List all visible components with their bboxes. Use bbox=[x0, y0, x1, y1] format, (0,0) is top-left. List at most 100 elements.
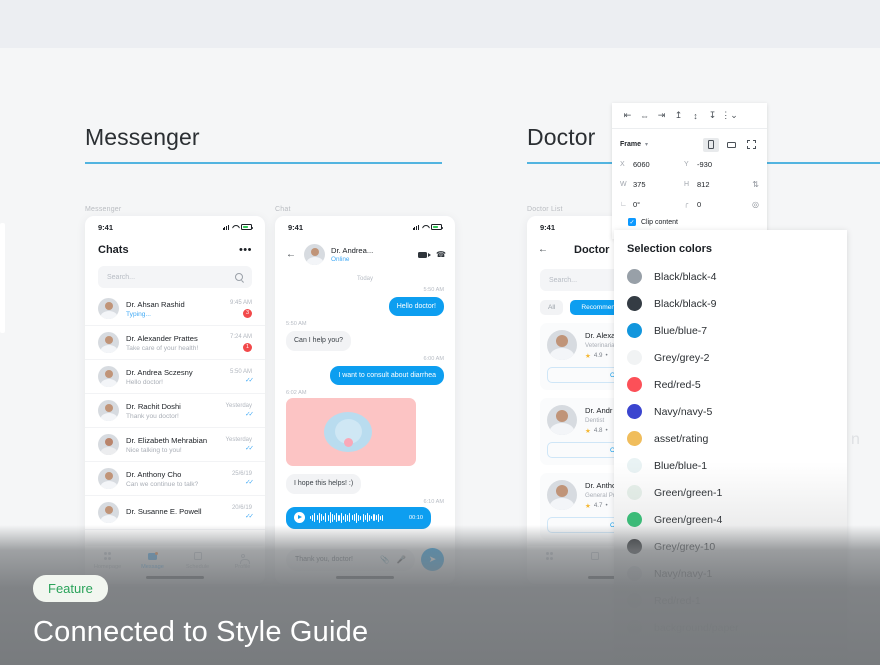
align-top-icon[interactable]: ↥ bbox=[670, 107, 687, 124]
chat-actions[interactable]: ☎ bbox=[418, 250, 446, 259]
message-row: Hello doctor! bbox=[275, 295, 455, 317]
chat-list[interactable]: Dr. Ahsan Rashid Typing... 9:45 AM 3 Dr. Ale… bbox=[85, 292, 265, 530]
height-field[interactable]: H 812 bbox=[684, 180, 748, 189]
avatar bbox=[547, 405, 577, 435]
align-right-icon[interactable]: ⇥ bbox=[653, 107, 670, 124]
resize-to-fit-button[interactable] bbox=[743, 138, 759, 152]
rotation-field[interactable]: ∟ 0° bbox=[620, 200, 684, 209]
x-label: X bbox=[620, 160, 625, 168]
window-top-strip bbox=[0, 0, 880, 48]
chat-contact-name: Dr. Andrea Sczesny bbox=[126, 367, 193, 377]
star-icon: ★ bbox=[585, 502, 591, 510]
wifi-icon bbox=[232, 225, 238, 230]
banner-title: Connected to Style Guide bbox=[33, 616, 369, 648]
color-swatch-row[interactable]: Navy/navy-5 bbox=[614, 398, 847, 425]
color-name: Red/red-5 bbox=[654, 378, 701, 391]
doctor-info: Dr. Antho General Pr ★ 4.7 • bbox=[585, 481, 616, 510]
unread-badge: 1 bbox=[243, 342, 252, 352]
message-timestamp: 6:02 AM bbox=[286, 390, 307, 397]
color-swatch bbox=[627, 377, 642, 392]
section-heading-messenger: Messenger bbox=[85, 124, 442, 164]
rating-separator: • bbox=[605, 427, 608, 434]
back-arrow-icon[interactable]: ← bbox=[286, 249, 296, 260]
color-swatch-row[interactable]: Blue/blue-7 bbox=[614, 317, 847, 344]
doctor-info: Dr. Alexa Veterinaria ★ 4.9 • bbox=[585, 331, 615, 360]
message-bubble-outgoing: I want to consult about diarrhea bbox=[330, 365, 444, 386]
chat-contact: Dr. Andrea... Online bbox=[331, 246, 373, 264]
message-image-attachment[interactable] bbox=[286, 398, 416, 467]
signal-icon bbox=[222, 224, 229, 230]
width-label: W bbox=[620, 180, 627, 188]
chat-preview-message: Nice talking to you! bbox=[126, 446, 182, 454]
more-options-icon[interactable]: ••• bbox=[239, 245, 252, 256]
doctor-name: Dr. Antho bbox=[585, 480, 617, 490]
align-vertical-center-icon[interactable]: ↕ bbox=[687, 107, 704, 124]
y-field[interactable]: Y -930 bbox=[684, 160, 748, 169]
landscape-orientation-button[interactable] bbox=[723, 138, 739, 152]
chat-preview-message: Can we continue to talk? bbox=[126, 480, 199, 488]
back-arrow-icon[interactable]: ← bbox=[538, 245, 548, 255]
chat-list-item[interactable]: Dr. Anthony Cho Can we continue to talk? 2… bbox=[85, 462, 265, 496]
chat-item-text: Dr. Elizabeth Mehrabian Nice talking to y… bbox=[126, 436, 207, 454]
chat-list-item[interactable]: Dr. Andrea Sczesny Hello doctor! 5:50 AM ✓✓ bbox=[85, 360, 265, 394]
size-row: W 375 H 812 ⇅ bbox=[620, 174, 759, 194]
chat-list-item[interactable]: Dr. Ahsan Rashid Typing... 9:45 AM 3 bbox=[85, 292, 265, 326]
width-field[interactable]: W 375 bbox=[620, 180, 684, 189]
doctor-specialty: Veterinaria bbox=[585, 341, 615, 349]
independent-corners-icon[interactable]: ◎ bbox=[752, 200, 759, 209]
video-call-icon[interactable] bbox=[418, 251, 431, 258]
color-swatch-row[interactable]: Blue/blue-1 bbox=[614, 452, 847, 479]
chat-preview-message: Hello doctor! bbox=[126, 378, 164, 386]
figma-properties-panel[interactable]: ⇤ ⇔ ⇥ ↥ ↕ ↧ ⋮⌄ Frame ▾ X 6060 Y -930 W 3… bbox=[612, 103, 767, 239]
portrait-orientation-button[interactable] bbox=[703, 137, 719, 152]
status-time: 9:41 bbox=[540, 222, 556, 232]
x-field[interactable]: X 6060 bbox=[620, 160, 684, 169]
message-row: I hope this helps! :) bbox=[275, 472, 455, 494]
constrain-proportions-icon[interactable]: ⇅ bbox=[752, 180, 759, 189]
y-value: -930 bbox=[697, 159, 713, 169]
chat-list-item[interactable]: Dr. Elizabeth Mehrabian Nice talking to y… bbox=[85, 428, 265, 462]
doctor-name: Dr. Alexa bbox=[585, 330, 616, 340]
design-canvas: Messenger Doctor Messenger 9:41 Chats ••… bbox=[0, 48, 880, 665]
rating-value: 4.8 bbox=[593, 427, 603, 434]
corner-radius-field[interactable]: ╭ 0 bbox=[684, 200, 748, 209]
chat-timestamp: 9:45 AM bbox=[229, 299, 252, 306]
doctor-info: Dr. Andr Dentist ★ 4.8 • bbox=[585, 406, 612, 435]
align-horizontal-center-icon[interactable]: ⇔ bbox=[636, 107, 653, 124]
landscape-icon bbox=[726, 141, 736, 148]
alignment-toolbar[interactable]: ⇤ ⇔ ⇥ ↥ ↕ ↧ ⋮⌄ bbox=[612, 103, 767, 129]
search-input[interactable]: Search... bbox=[98, 266, 252, 288]
status-icons bbox=[412, 224, 443, 230]
distribute-icon[interactable]: ⋮⌄ bbox=[721, 107, 738, 124]
corner-radius-value: 0 bbox=[697, 199, 702, 209]
color-swatch bbox=[627, 431, 642, 446]
chat-contact-name: Dr. Anthony Cho bbox=[126, 469, 182, 479]
rotation-value: 0° bbox=[633, 199, 641, 209]
color-name: Grey/grey-2 bbox=[654, 351, 710, 364]
color-swatch-row[interactable]: Red/red-5 bbox=[614, 371, 847, 398]
frame-type-row[interactable]: Frame ▾ bbox=[620, 135, 759, 154]
color-swatch-row[interactable]: Green/green-1 bbox=[614, 479, 847, 506]
chat-item-text: Dr. Anthony Cho Can we continue to talk? bbox=[126, 470, 198, 488]
clip-content-row[interactable]: ✓ Clip content bbox=[620, 214, 759, 226]
chat-timestamp: Yesterday bbox=[225, 403, 252, 409]
color-swatch-row[interactable]: Black/black-9 bbox=[614, 290, 847, 317]
clip-content-checkbox[interactable]: ✓ bbox=[628, 218, 636, 226]
chevron-down-icon[interactable]: ▾ bbox=[645, 141, 648, 148]
background-artifact-text: n bbox=[851, 431, 860, 448]
y-label: Y bbox=[684, 160, 689, 168]
avatar bbox=[547, 330, 577, 360]
color-swatch-row[interactable]: Black/black-4 bbox=[614, 263, 847, 290]
color-swatch-row[interactable]: asset/rating bbox=[614, 425, 847, 452]
rating-value: 4.9 bbox=[593, 352, 603, 359]
align-bottom-icon[interactable]: ↧ bbox=[704, 107, 721, 124]
chat-list-item[interactable]: Dr. Alexander Prattes Take care of your h… bbox=[85, 326, 265, 360]
star-icon: ★ bbox=[585, 352, 591, 360]
color-swatch-row[interactable]: Grey/grey-2 bbox=[614, 344, 847, 371]
chat-list-item[interactable]: Dr. Rachit Doshi Thank you doctor! Yesterd… bbox=[85, 394, 265, 428]
play-icon[interactable] bbox=[294, 512, 305, 524]
align-left-icon[interactable]: ⇤ bbox=[619, 107, 636, 124]
status-time: 9:41 bbox=[288, 222, 304, 232]
phone-call-icon[interactable]: ☎ bbox=[436, 250, 446, 259]
chip-all[interactable]: All bbox=[540, 300, 564, 315]
